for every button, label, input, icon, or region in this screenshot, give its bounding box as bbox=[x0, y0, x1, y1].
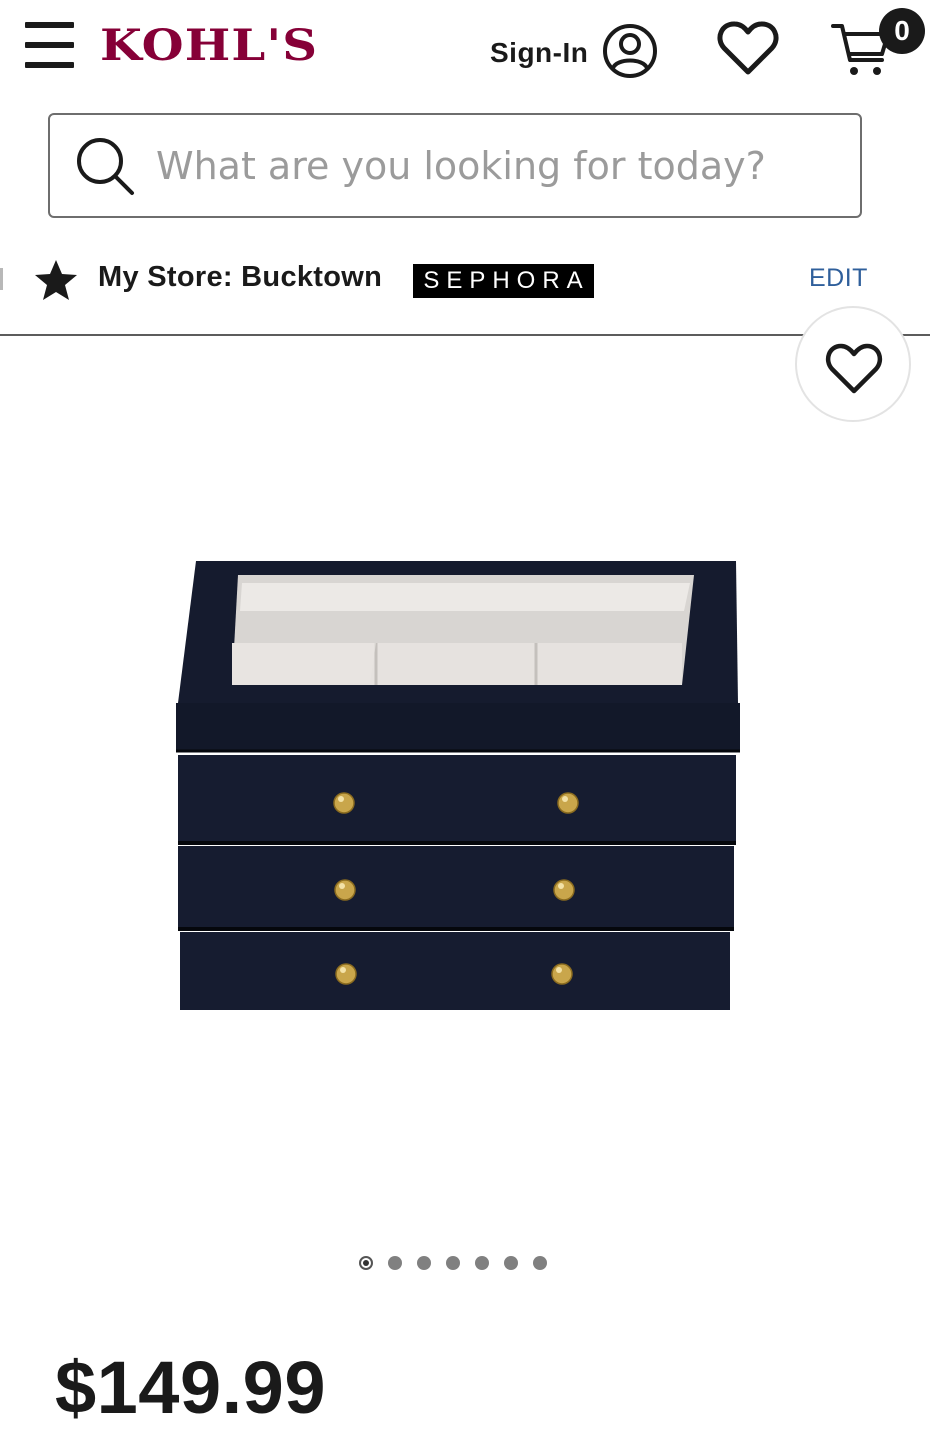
sign-in-button[interactable]: Sign-In bbox=[490, 24, 658, 79]
menu-bar bbox=[25, 22, 74, 28]
store-bar: My Store: Bucktown SEPHORA EDIT bbox=[0, 240, 930, 336]
cart-count-badge: 0 bbox=[879, 8, 925, 54]
sephora-badge[interactable]: SEPHORA bbox=[413, 264, 594, 298]
jewelry-box-image[interactable] bbox=[170, 553, 750, 1023]
carousel-dot[interactable] bbox=[504, 1256, 518, 1270]
carousel-dot[interactable] bbox=[417, 1256, 431, 1270]
heart-icon[interactable] bbox=[716, 18, 780, 78]
store-bar-edge bbox=[0, 268, 3, 290]
carousel-dots bbox=[359, 1256, 562, 1270]
search-bar[interactable] bbox=[48, 113, 862, 218]
menu-bar bbox=[25, 42, 74, 48]
menu-icon[interactable] bbox=[25, 22, 75, 72]
product-price: $149.99 bbox=[55, 1346, 326, 1429]
search-input[interactable] bbox=[156, 143, 836, 188]
carousel-dot[interactable] bbox=[475, 1256, 489, 1270]
carousel-dot[interactable] bbox=[388, 1256, 402, 1270]
carousel-dot[interactable] bbox=[359, 1256, 373, 1270]
add-to-wishlist-button[interactable] bbox=[795, 306, 911, 422]
cart-button[interactable]: 0 bbox=[830, 8, 930, 83]
sign-in-label: Sign-In bbox=[490, 37, 589, 68]
star-icon bbox=[35, 260, 77, 300]
carousel-dot[interactable] bbox=[446, 1256, 460, 1270]
menu-bar bbox=[25, 62, 74, 68]
heart-icon bbox=[825, 343, 883, 394]
carousel-dot[interactable] bbox=[533, 1256, 547, 1270]
kohls-logo[interactable]: KOHL'S bbox=[100, 21, 318, 71]
user-icon bbox=[603, 24, 658, 78]
site-header: KOHL'S Sign-In 0 bbox=[0, 0, 930, 95]
search-icon[interactable] bbox=[74, 135, 136, 197]
edit-store-link[interactable]: EDIT bbox=[809, 264, 868, 293]
my-store-label[interactable]: My Store: Bucktown bbox=[98, 261, 382, 294]
